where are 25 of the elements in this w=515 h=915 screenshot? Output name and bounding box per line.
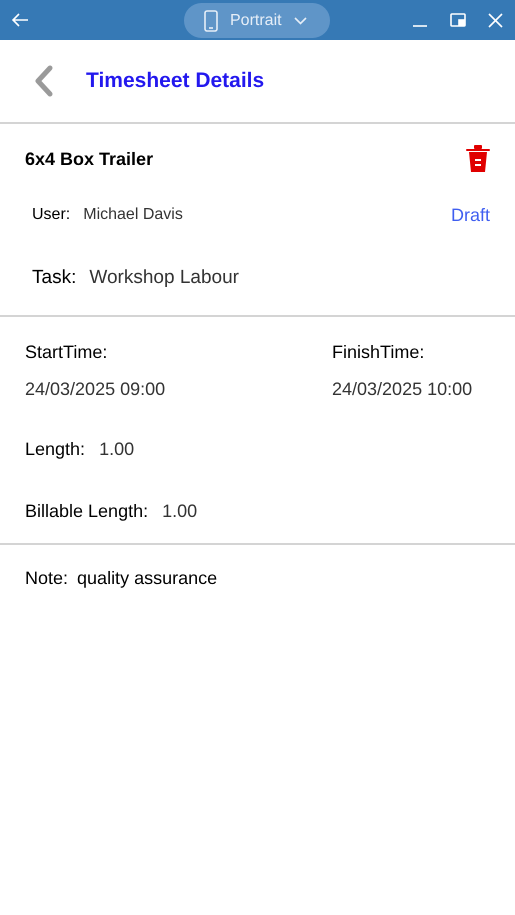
field-value: Workshop Labour bbox=[89, 266, 239, 290]
field-value: 1.00 bbox=[99, 438, 134, 460]
field-label: User: bbox=[32, 205, 70, 225]
chevron-down-icon bbox=[294, 16, 307, 24]
field-label: Length: bbox=[25, 438, 86, 461]
back-chevron-icon[interactable] bbox=[34, 65, 54, 97]
field-value: Michael Davis bbox=[83, 205, 183, 225]
phone-icon bbox=[204, 10, 218, 32]
trash-icon[interactable] bbox=[466, 144, 490, 174]
page-title: Timesheet Details bbox=[86, 68, 264, 94]
field-value: 24/03/2025 10:00 bbox=[332, 378, 474, 400]
orientation-dropdown[interactable]: Portrait bbox=[184, 3, 330, 38]
trailer-title: 6x4 Box Trailer bbox=[25, 148, 154, 170]
field-label: Note: bbox=[25, 566, 68, 590]
field-value: quality assurance bbox=[77, 566, 218, 590]
field-label: Task: bbox=[32, 266, 76, 290]
field-value: 24/03/2025 09:00 bbox=[25, 378, 166, 400]
field-value: 1.00 bbox=[162, 500, 198, 522]
field-label: FinishTime: bbox=[332, 340, 426, 364]
status-label: Draft bbox=[450, 204, 490, 226]
restore-icon[interactable] bbox=[450, 13, 466, 27]
field-label: Billable Length: bbox=[25, 500, 148, 523]
close-icon[interactable] bbox=[488, 12, 503, 28]
back-arrow-icon[interactable] bbox=[12, 13, 29, 27]
field-label: StartTime: bbox=[25, 340, 108, 364]
